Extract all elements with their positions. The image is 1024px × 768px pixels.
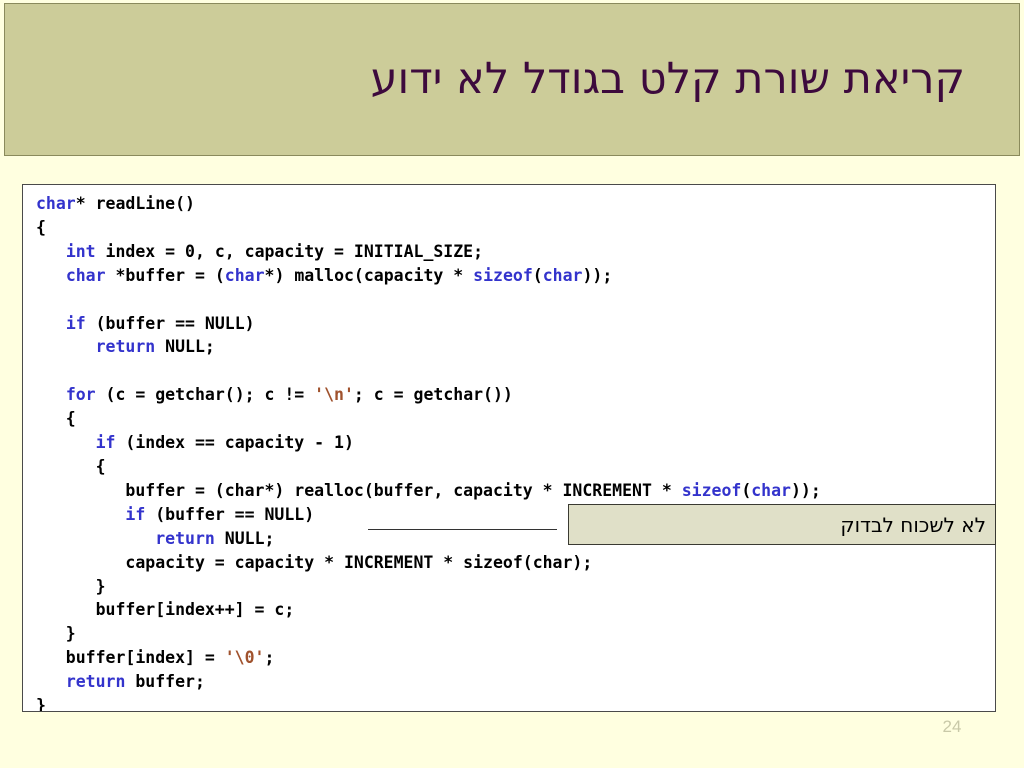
slide-number: 24: [942, 717, 962, 736]
code-block: char* readLine() { int index = 0, c, cap…: [36, 192, 821, 712]
callout-annotation: לא לשכוח לבדוק: [568, 504, 996, 545]
code-text: (: [532, 265, 543, 285]
code-text: *) malloc(capacity *: [264, 265, 474, 285]
code-keyword: char: [751, 480, 791, 500]
code-text: }: [36, 576, 106, 596]
code-keyword: if: [125, 504, 146, 524]
code-text: (: [741, 480, 752, 500]
code-text: buffer;: [125, 672, 205, 692]
code-string-literal: '\0': [224, 648, 265, 668]
code-text: (index == capacity - 1): [115, 433, 354, 453]
code-text: buffer = (char*) realloc(buffer, capacit…: [36, 480, 682, 500]
code-text: ));: [582, 265, 613, 285]
code-text: {: [36, 456, 106, 476]
code-keyword: return: [95, 337, 156, 357]
code-text: index = 0, c, capacity = INITIAL_SIZE;: [95, 241, 484, 261]
code-keyword: return: [155, 528, 215, 548]
slide-title-bar: קריאת שורת קלט בגודל לא ידוע: [4, 3, 1020, 156]
code-text: ; c = getchar()): [353, 385, 513, 405]
code-text: (c = getchar(); c !=: [95, 385, 315, 405]
code-keyword: for: [65, 385, 96, 405]
code-text: }: [36, 696, 46, 712]
code-text: buffer[index] =: [36, 648, 225, 668]
code-text: buffer[index++] = c;: [36, 600, 295, 620]
code-text: capacity = capacity * INCREMENT * sizeof…: [36, 552, 593, 572]
code-text: * readLine(): [75, 194, 195, 213]
code-text: }: [36, 624, 76, 644]
code-keyword: char: [36, 194, 76, 213]
code-keyword: if: [65, 313, 86, 333]
callout-text: לא לשכוח לבדוק: [840, 512, 986, 537]
code-text: ;: [264, 648, 275, 668]
code-keyword: char: [224, 265, 265, 285]
code-keyword: return: [65, 672, 126, 692]
code-text: {: [36, 217, 46, 237]
code-keyword: int: [65, 241, 96, 261]
code-keyword: sizeof: [681, 480, 742, 500]
code-text: *buffer = (: [105, 265, 225, 285]
code-keyword: char: [65, 265, 106, 285]
code-text: {: [36, 409, 76, 429]
code-text: ));: [791, 480, 821, 500]
page-title: קריאת שורת קלט בגודל לא ידוע: [370, 53, 965, 104]
callout-leader-line: [368, 529, 557, 530]
code-text: (buffer == NULL): [145, 504, 315, 524]
code-string-literal: '\n': [314, 385, 354, 405]
code-listing-panel: char* readLine() { int index = 0, c, cap…: [22, 184, 996, 712]
code-text: (buffer == NULL): [85, 313, 255, 333]
code-keyword: if: [95, 433, 116, 453]
code-text: NULL;: [214, 528, 275, 548]
code-keyword: char: [542, 265, 583, 285]
code-text: NULL;: [155, 337, 215, 357]
code-keyword: sizeof: [473, 265, 533, 285]
